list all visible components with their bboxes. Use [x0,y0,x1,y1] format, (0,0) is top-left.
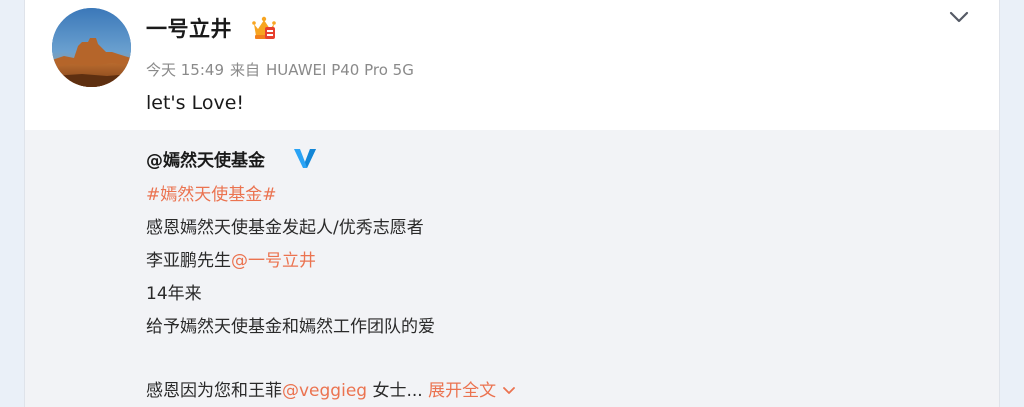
hashtag-link[interactable]: #嫣然天使基金# [146,180,277,205]
weibo-post-card: 一号立井 今天 15:49 来自 HUAWEI P40 Pro 5G let's L… [24,0,1000,407]
repost-line-2: 李亚鹏先生@一号立井 [146,246,316,271]
post-text: let's Love! [146,92,245,114]
repost-line-5-suffix: 女士... [367,381,423,401]
vip-crown-icon[interactable] [250,14,278,42]
repost-line-1: 感恩嫣然天使基金发起人/优秀志愿者 [146,218,424,238]
username[interactable]: 一号立井 [146,13,232,43]
expand-label: 展开全文 [428,381,497,401]
repost-line-3: 14年来 [146,284,202,304]
repost-line-5-text: 感恩因为您和王菲 [146,381,282,401]
avatar[interactable] [52,8,131,87]
avatar-image [52,8,131,87]
mention-link[interactable]: @一号立井 [231,251,316,271]
repost-author[interactable]: @嫣然天使基金 [146,146,265,171]
chevron-down-icon[interactable] [947,6,971,28]
repost-line-4: 给予嫣然天使基金和嫣然工作团队的爱 [146,317,435,337]
source-prefix: 来自 [230,61,261,79]
repost-line-5: 感恩因为您和王菲@veggieg 女士... 展开全文 [146,376,516,401]
repost-line-2-text: 李亚鹏先生 [146,251,231,271]
post-meta: 今天 15:49 来自 HUAWEI P40 Pro 5G [146,59,420,80]
source-device: HUAWEI P40 Pro 5G [266,61,414,79]
expand-full-text-link[interactable]: 展开全文 [428,381,516,401]
post-time[interactable]: 今天 15:49 [146,61,224,79]
verified-v-icon [294,149,316,168]
mention-link-veggieg[interactable]: @veggieg [282,381,367,401]
repost-block[interactable]: @嫣然天使基金 #嫣然天使基金# 感恩嫣然天使基金发起人/优秀志愿者 李亚鹏先生… [25,130,999,407]
expand-chevron-icon [503,387,516,394]
